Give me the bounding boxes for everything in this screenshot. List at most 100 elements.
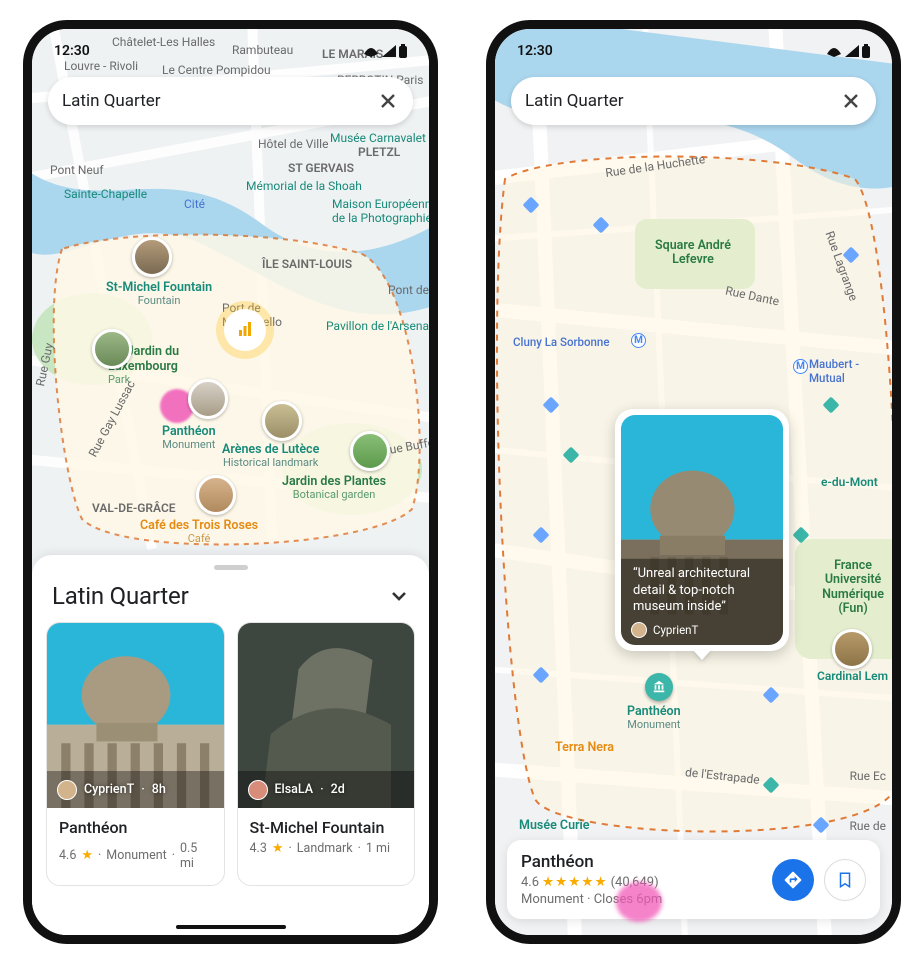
poi-label-terra[interactable]: Terra Nera [555,741,614,755]
poi-label-pantheon[interactable]: PanthéonMonument [162,425,216,452]
card-meta: 4.6 ★· Monument· 0.5 mi [59,841,212,871]
map-label: Pont Neuf [50,163,104,177]
poi-label-pantheon[interactable]: PanthéonMonument [627,705,681,732]
popup-author-name: CyprienT [653,623,698,637]
detail-rating: 4.6 [521,875,539,890]
place-popup[interactable]: “Unreal architectural detail & top-notch… [615,409,789,651]
wifi-icon [826,45,842,57]
phone-frame-right: 12:30 Rue de la [486,20,901,944]
status-icons [363,44,407,58]
card-type: Monument [106,848,166,863]
map-label: Pont de Sully [388,283,438,297]
map-label: Maison Européenne de la Photographie [332,197,438,225]
poi-pin-plantes[interactable] [350,431,390,471]
metro-icon[interactable]: M [793,359,808,374]
detail-rating-row: 4.6 ★★★★★ (40,649) [521,874,762,890]
place-detail-card[interactable]: Panthéon 4.6 ★★★★★ (40,649) Monument · C… [507,840,880,919]
sheet-header: Latin Quarter [46,578,415,622]
signal-icon [845,45,859,57]
star-icon: ★ [272,841,284,856]
card-image: CyprienT · 8h [47,623,224,808]
card-title: St-Michel Fountain [250,818,403,837]
drag-handle[interactable] [214,565,248,570]
place-card-fountain[interactable]: ElsaLA · 2d St-Michel Fountain 4.3 ★· La… [237,622,416,886]
sheet-title: Latin Quarter [52,582,189,610]
bottom-sheet[interactable]: Latin Quarter CyprienT [32,555,429,935]
metro-label[interactable]: Cluny La Sorbonne [513,335,610,349]
poi-pin-luxembourg[interactable] [92,329,132,369]
focus-dot [616,882,662,922]
save-button[interactable] [824,859,866,901]
status-time: 12:30 [517,43,553,59]
directions-button[interactable] [772,859,814,901]
poi-label-square[interactable]: Square André Lefevre [655,239,731,268]
card-body: St-Michel Fountain 4.3 ★· Landmark· 1 mi [238,808,415,870]
map-label: Mémorial de la Shoah [246,179,362,193]
poi-pin-cardinal[interactable] [832,629,872,669]
poi-label-st-michel[interactable]: St-Michel FountainFountain [106,281,212,308]
card-body: Panthéon 4.6 ★· Monument· 0.5 mi [47,808,224,885]
battery-icon [862,44,870,58]
detail-title: Panthéon [521,852,762,872]
map-label: Rue Ec [850,769,886,783]
poi-label-univ[interactable]: France Université Numérique (Fun) [822,559,884,617]
card-title: Panthéon [59,818,212,837]
map-label: Cardinal Lem [817,669,888,683]
poi-label-arenes[interactable]: Arènes de LutèceHistorical landmark [222,443,319,470]
nav-handle [176,925,286,929]
map-label: Rue de [850,819,886,833]
poi-label-plantes[interactable]: Jardin des PlantesBotanical garden [282,475,386,502]
popup-quote: “Unreal architectural detail & top-notch… [633,566,773,615]
metro-icon[interactable]: M [631,333,646,348]
card-author: CyprienT · 8h [57,780,166,800]
map-label: PLETZL [358,145,400,159]
card-image: ElsaLA · 2d [238,623,415,808]
card-author-age: 8h [152,782,166,797]
card-author-age: 2d [331,782,345,797]
metro-label[interactable]: Maubert - Mutual [809,357,892,385]
map-label: VAL-DE-GRÂCE [92,501,176,515]
wifi-icon [363,45,379,57]
poi-label-cafe[interactable]: Café des Trois RosesCafé [140,519,258,546]
map-label: Hôtel de Ville [258,137,328,151]
map-label: Cité [184,197,205,211]
map-label: Pavillon de l'Arsenal [326,319,432,333]
chevron-down-icon[interactable] [389,586,409,606]
phone-frame-left: 12:30 Châtelet-Les Halles Louvre - Riv [23,20,438,944]
map-canvas[interactable]: Rue de la Huchette Square André Lefevre … [495,29,892,935]
status-icons [826,44,870,58]
map-label: Musée Carnavalet [330,131,426,145]
card-rating: 4.3 [250,841,267,856]
place-card-pantheon[interactable]: CyprienT · 8h Panthéon 4.6 ★· Monument· … [46,622,225,886]
search-bar[interactable]: Latin Quarter [48,77,413,125]
map-label: ÎLE SAINT-LOUIS [262,257,352,271]
close-icon[interactable] [377,90,399,112]
cards-row: CyprienT · 8h Panthéon 4.6 ★· Monument· … [46,622,415,886]
card-author: ElsaLA · 2d [248,780,345,800]
avatar [631,622,647,638]
popup-author: CyprienT [631,622,698,638]
map-label: ST GERVAIS [288,161,354,175]
avatar [57,780,77,800]
poi-pin-pantheon[interactable] [188,379,228,419]
popup-tail [693,650,711,660]
card-type: Landmark [297,841,353,856]
poi-pin-arenes[interactable] [262,401,302,441]
status-bar: 12:30 [32,29,429,67]
star-icon: ★ [81,848,93,863]
pantheon-pin[interactable] [645,673,673,701]
poi-pin-cafe[interactable] [196,475,236,515]
status-bar: 12:30 [495,29,892,67]
battery-icon [399,44,407,58]
search-query: Latin Quarter [62,91,377,111]
status-time: 12:30 [54,43,90,59]
avatar [248,780,268,800]
search-bar[interactable]: Latin Quarter [511,77,876,125]
close-icon[interactable] [840,90,862,112]
signal-icon [382,45,396,57]
poi-label-curie[interactable]: Musée Curie [519,819,590,833]
trending-pin[interactable] [224,309,266,351]
map-label: Sainte-Chapelle [64,187,147,201]
poi-pin-st-michel-sculpt[interactable] [132,237,172,277]
card-meta: 4.3 ★· Landmark· 1 mi [250,841,403,856]
